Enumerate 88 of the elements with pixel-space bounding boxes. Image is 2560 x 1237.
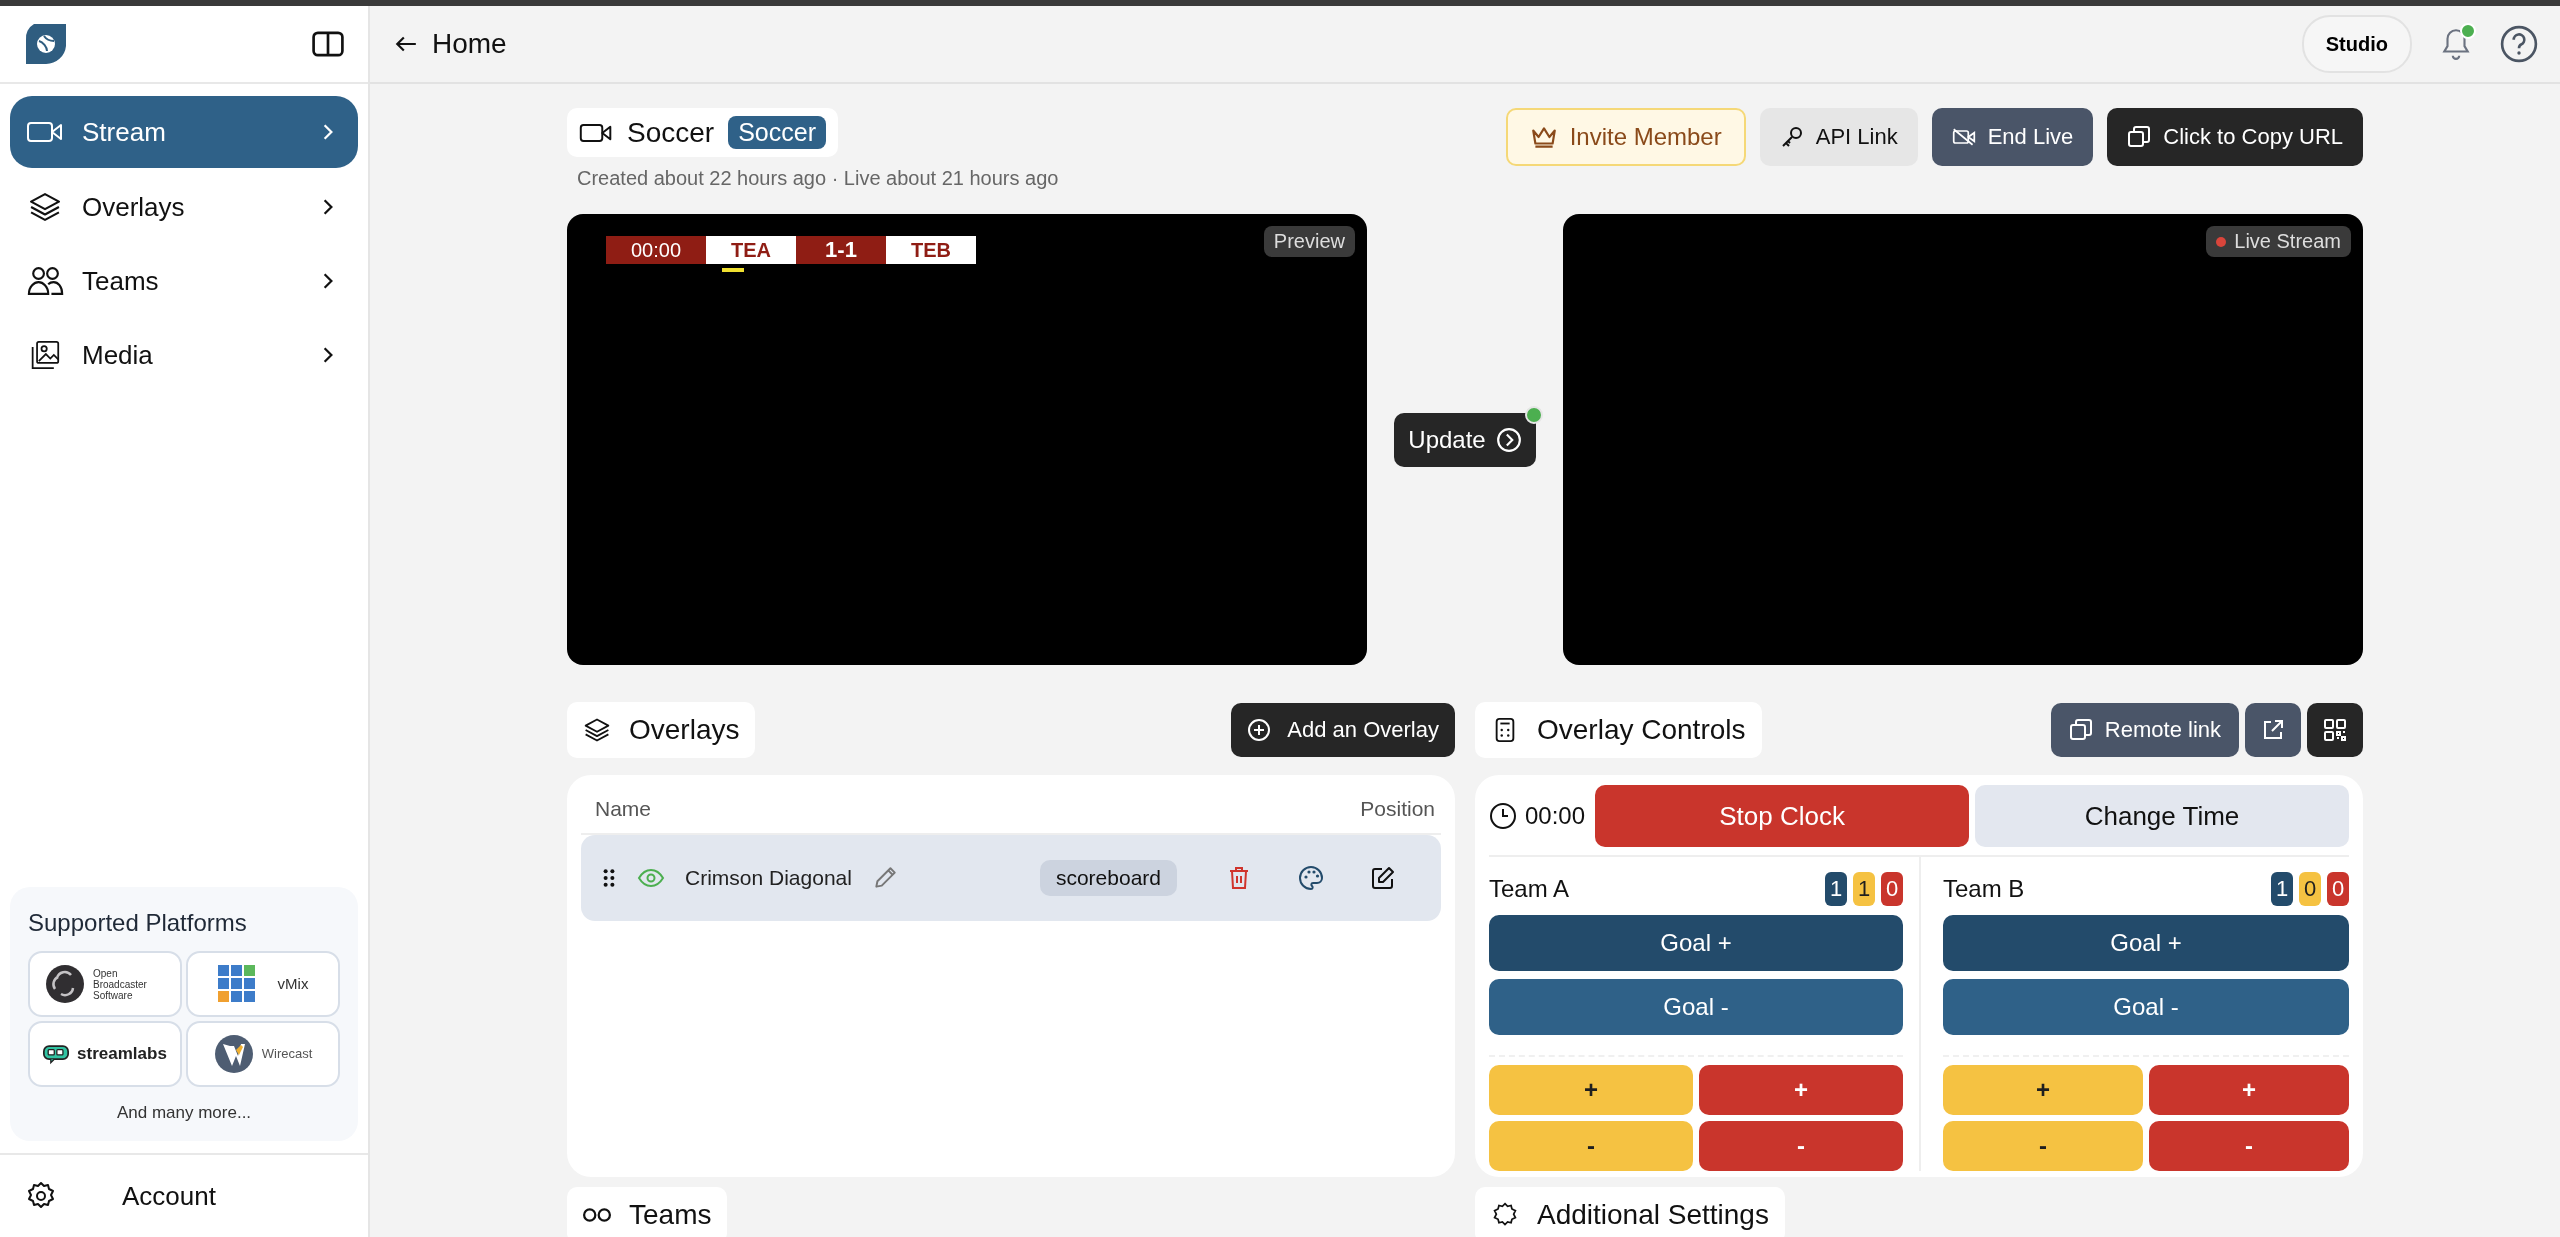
bell-icon[interactable]: [2440, 27, 2472, 61]
copy-url-button[interactable]: Click to Copy URL: [2107, 108, 2363, 166]
add-overlay-button[interactable]: Add an Overlay: [1231, 703, 1455, 757]
goal-minus-button[interactable]: Goal -: [1489, 979, 1903, 1035]
section-title: Overlay Controls: [1475, 702, 1762, 758]
streamlabs-logo-icon: [43, 1043, 70, 1065]
stream-timestamps: Created about 22 hours ago · Live about 21 hours ago: [576, 167, 1059, 190]
invite-button[interactable]: Invite Member: [1505, 108, 1746, 166]
count-badge: 0: [1881, 872, 1903, 906]
remote-link-button[interactable]: Remote link: [2050, 703, 2239, 757]
section-title: Teams: [567, 1187, 728, 1237]
platforms-title: Supported Platforms: [28, 909, 248, 937]
clock-display: 00:00: [1489, 802, 1590, 830]
copy-icon: [2127, 125, 2152, 149]
position-tag: scoreboard: [1039, 860, 1177, 896]
plus-circle-icon: [1247, 718, 1272, 742]
goal-plus-button[interactable]: Goal +: [1489, 915, 1903, 971]
copy-icon: [2068, 718, 2093, 742]
preview-badge: Preview: [1263, 226, 1355, 257]
count-badge: 1: [1853, 872, 1875, 906]
chevron-right-icon: [322, 272, 334, 290]
chevron-right-icon: [322, 346, 334, 364]
stop-clock-button[interactable]: Stop Clock: [1595, 785, 1970, 847]
sidebar-toggle-icon[interactable]: [312, 31, 344, 57]
card-plus-button[interactable]: +: [1699, 1065, 1903, 1115]
drag-handle-icon[interactable]: [603, 869, 615, 887]
count-badge: 1: [2271, 872, 2293, 906]
sidebar-item[interactable]: Overlays: [10, 172, 358, 242]
overlay-row[interactable]: Crimson Diagonal scoreboard: [581, 835, 1441, 921]
goal-minus-button[interactable]: Goal -: [1943, 979, 2349, 1035]
update-button[interactable]: Update: [1394, 412, 1536, 467]
stream-title: Soccer: [627, 116, 715, 149]
open-external-button[interactable]: [2245, 703, 2301, 757]
layers-icon: [583, 717, 611, 743]
external-link-icon: [2261, 718, 2285, 742]
card-plus-button[interactable]: +: [1943, 1065, 2143, 1115]
platforms-more-text: And many more...: [115, 1103, 253, 1123]
sidebar-item[interactable]: Media: [10, 320, 358, 390]
settings-icon: [1491, 1202, 1519, 1228]
count-badge: 0: [2327, 872, 2349, 906]
qr-code-button[interactable]: [2307, 703, 2363, 757]
card-minus-button[interactable]: -: [1943, 1121, 2143, 1171]
api-link-button[interactable]: API Link: [1759, 108, 1918, 166]
chevron-right-icon: [322, 123, 334, 141]
possession-marker: [722, 268, 744, 272]
scoreboard-overlay: 00:00 TEA 1-1 TEB: [606, 236, 976, 264]
card-minus-button[interactable]: -: [2149, 1121, 2349, 1171]
count-badge: 0: [2299, 872, 2321, 906]
column-header: Position: [1360, 797, 1435, 821]
sport-tag: Soccer: [728, 116, 826, 149]
section-title: Overlays: [567, 702, 756, 758]
card-minus-button[interactable]: -: [1699, 1121, 1903, 1171]
sidebar-item[interactable]: Teams: [10, 246, 358, 316]
chevron-circle-icon: [1495, 426, 1522, 453]
platform-name: vMix: [277, 975, 309, 993]
column-header: Name: [595, 797, 652, 821]
card-plus-button[interactable]: +: [2149, 1065, 2349, 1115]
platform-name: Wirecast: [261, 1046, 313, 1062]
platform-name: Open Broadcaster Software: [93, 967, 148, 1001]
count-badge: 1: [1825, 872, 1847, 906]
help-icon[interactable]: [2500, 25, 2538, 63]
arrow-left-icon: [394, 35, 418, 53]
crown-icon: [1529, 125, 1558, 149]
clock-icon: [1489, 802, 1517, 830]
palette-icon[interactable]: [1298, 865, 1324, 891]
logo-icon: [24, 22, 68, 66]
account-link[interactable]: Account: [0, 1153, 368, 1237]
qr-code-icon: [2323, 718, 2347, 742]
team-name: Team B: [1943, 875, 2025, 903]
wirecast-logo-icon: [213, 1034, 254, 1074]
settings-icon: [26, 1181, 56, 1211]
card-minus-button[interactable]: -: [1489, 1121, 1693, 1171]
team-name: Team A: [1489, 875, 1570, 903]
live-stream-badge: Live Stream: [2206, 226, 2351, 257]
platform-name: streamlabs: [77, 1044, 167, 1064]
grid-logo-icon: [217, 965, 256, 1003]
overlay-name: Crimson Diagonal: [685, 866, 852, 890]
chevron-right-icon: [322, 198, 334, 216]
edit-icon[interactable]: [1370, 865, 1396, 891]
sidebar-item[interactable]: Stream: [10, 96, 358, 168]
section-title: Additional Settings: [1475, 1187, 1785, 1237]
studio-button[interactable]: Studio: [2301, 15, 2412, 73]
card-plus-button[interactable]: +: [1489, 1065, 1693, 1115]
change-time-button[interactable]: Change Time: [1975, 785, 2349, 847]
obs-logo-icon: [45, 964, 85, 1004]
back-link[interactable]: Home: [394, 28, 507, 60]
end-live-button[interactable]: End Live: [1931, 108, 2094, 166]
goal-plus-button[interactable]: Goal +: [1943, 915, 2349, 971]
